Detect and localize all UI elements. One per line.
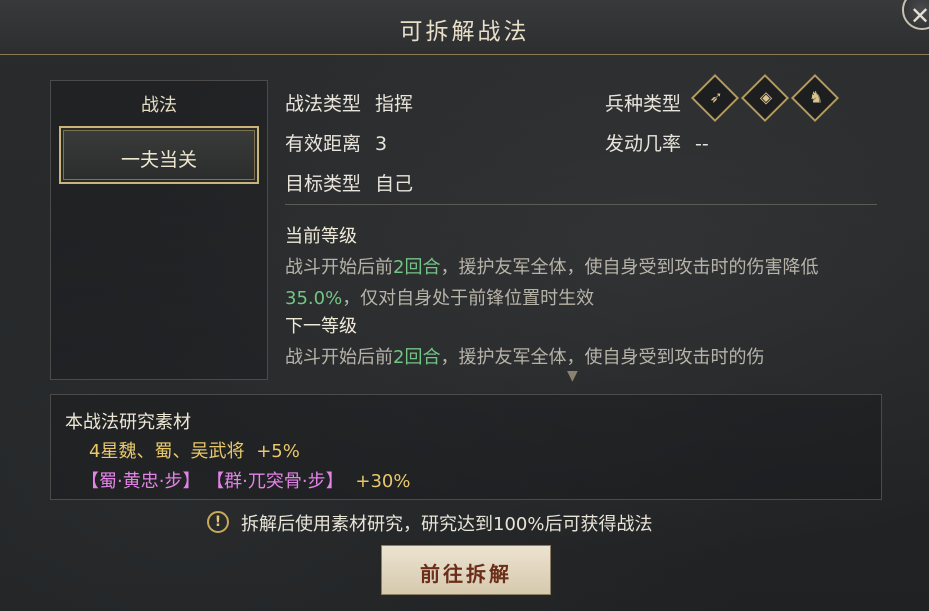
skill-list-header: 战法 bbox=[141, 95, 177, 116]
horse-icon: ♞ bbox=[790, 73, 840, 123]
material-line-specific: 【蜀·黄忠·步】 【群·兀突骨·步】 +30% bbox=[81, 467, 410, 493]
trigger-rate-row: 发动几率 -- bbox=[605, 129, 709, 156]
unit-type-row: 兵种类型 bbox=[605, 89, 681, 116]
current-percent: 35.0% bbox=[285, 288, 343, 309]
range-value: 3 bbox=[375, 133, 388, 155]
unit-type-label: 兵种类型 bbox=[605, 93, 682, 115]
trigger-rate-value: -- bbox=[695, 133, 709, 155]
scroll-down-icon[interactable]: ▼ bbox=[567, 368, 583, 384]
target-row: 目标类型 自己 bbox=[285, 169, 413, 196]
skill-list-item[interactable]: 一夫当关 bbox=[59, 126, 259, 184]
dialog-title: 可拆解战法 bbox=[399, 19, 530, 45]
current-rounds: 2回合 bbox=[393, 257, 441, 278]
skill-item-label: 一夫当关 bbox=[120, 149, 197, 171]
current-level-text: 战斗开始后前2回合，援护友军全体，使自身受到攻击时的伤害降低35.0%，仅对自身… bbox=[285, 257, 819, 309]
range-label: 有效距离 bbox=[285, 133, 362, 155]
disassemble-button[interactable]: 前往拆解 bbox=[381, 545, 551, 595]
disassemble-button-label: 前往拆解 bbox=[420, 562, 512, 586]
divider bbox=[285, 204, 877, 205]
material-line-generic: 4星魏、蜀、吴武将 +5% bbox=[89, 437, 300, 463]
next-level-title: 下一等级 bbox=[285, 316, 357, 337]
material-bonus-specific: +30% bbox=[355, 471, 411, 492]
info-icon: ! bbox=[207, 511, 229, 533]
material-generals: 4星魏、蜀、吴武将 bbox=[89, 441, 245, 462]
title-bar: 可拆解战法 bbox=[0, 0, 929, 55]
research-materials: 本战法研究素材 4星魏、蜀、吴武将 +5% 【蜀·黄忠·步】 【群·兀突骨·步】… bbox=[50, 394, 882, 500]
material-general-a[interactable]: 【蜀·黄忠·步】 bbox=[81, 471, 200, 492]
tip-text: 拆解后使用素材研究，研究达到100%后可获得战法 bbox=[241, 514, 653, 535]
skill-description: 当前等级 战斗开始后前2回合，援护友军全体，使自身受到攻击时的伤害降低35.0%… bbox=[285, 226, 875, 373]
target-value: 自己 bbox=[375, 173, 414, 195]
dialog: 可拆解战法 ✕ 战法 一夫当关 战法类型 指挥 有效距离 3 目标类型 自己 兵种类型… bbox=[0, 0, 929, 611]
bow-icon: ➶ bbox=[690, 73, 740, 123]
shield-icon: ◈ bbox=[740, 73, 790, 123]
next-rounds: 2回合 bbox=[393, 347, 441, 368]
material-bonus: +5% bbox=[256, 441, 300, 462]
range-row: 有效距离 3 bbox=[285, 129, 387, 156]
skill-type-value: 指挥 bbox=[375, 93, 414, 115]
material-general-b[interactable]: 【群·兀突骨·步】 bbox=[206, 471, 343, 492]
skill-type-label: 战法类型 bbox=[285, 93, 362, 115]
skill-type-row: 战法类型 指挥 bbox=[285, 89, 413, 116]
materials-title: 本战法研究素材 bbox=[65, 412, 191, 433]
current-level-title: 当前等级 bbox=[285, 226, 357, 247]
target-label: 目标类型 bbox=[285, 173, 362, 195]
trigger-rate-label: 发动几率 bbox=[605, 133, 682, 155]
skill-list-panel: 战法 一夫当关 bbox=[50, 80, 268, 380]
